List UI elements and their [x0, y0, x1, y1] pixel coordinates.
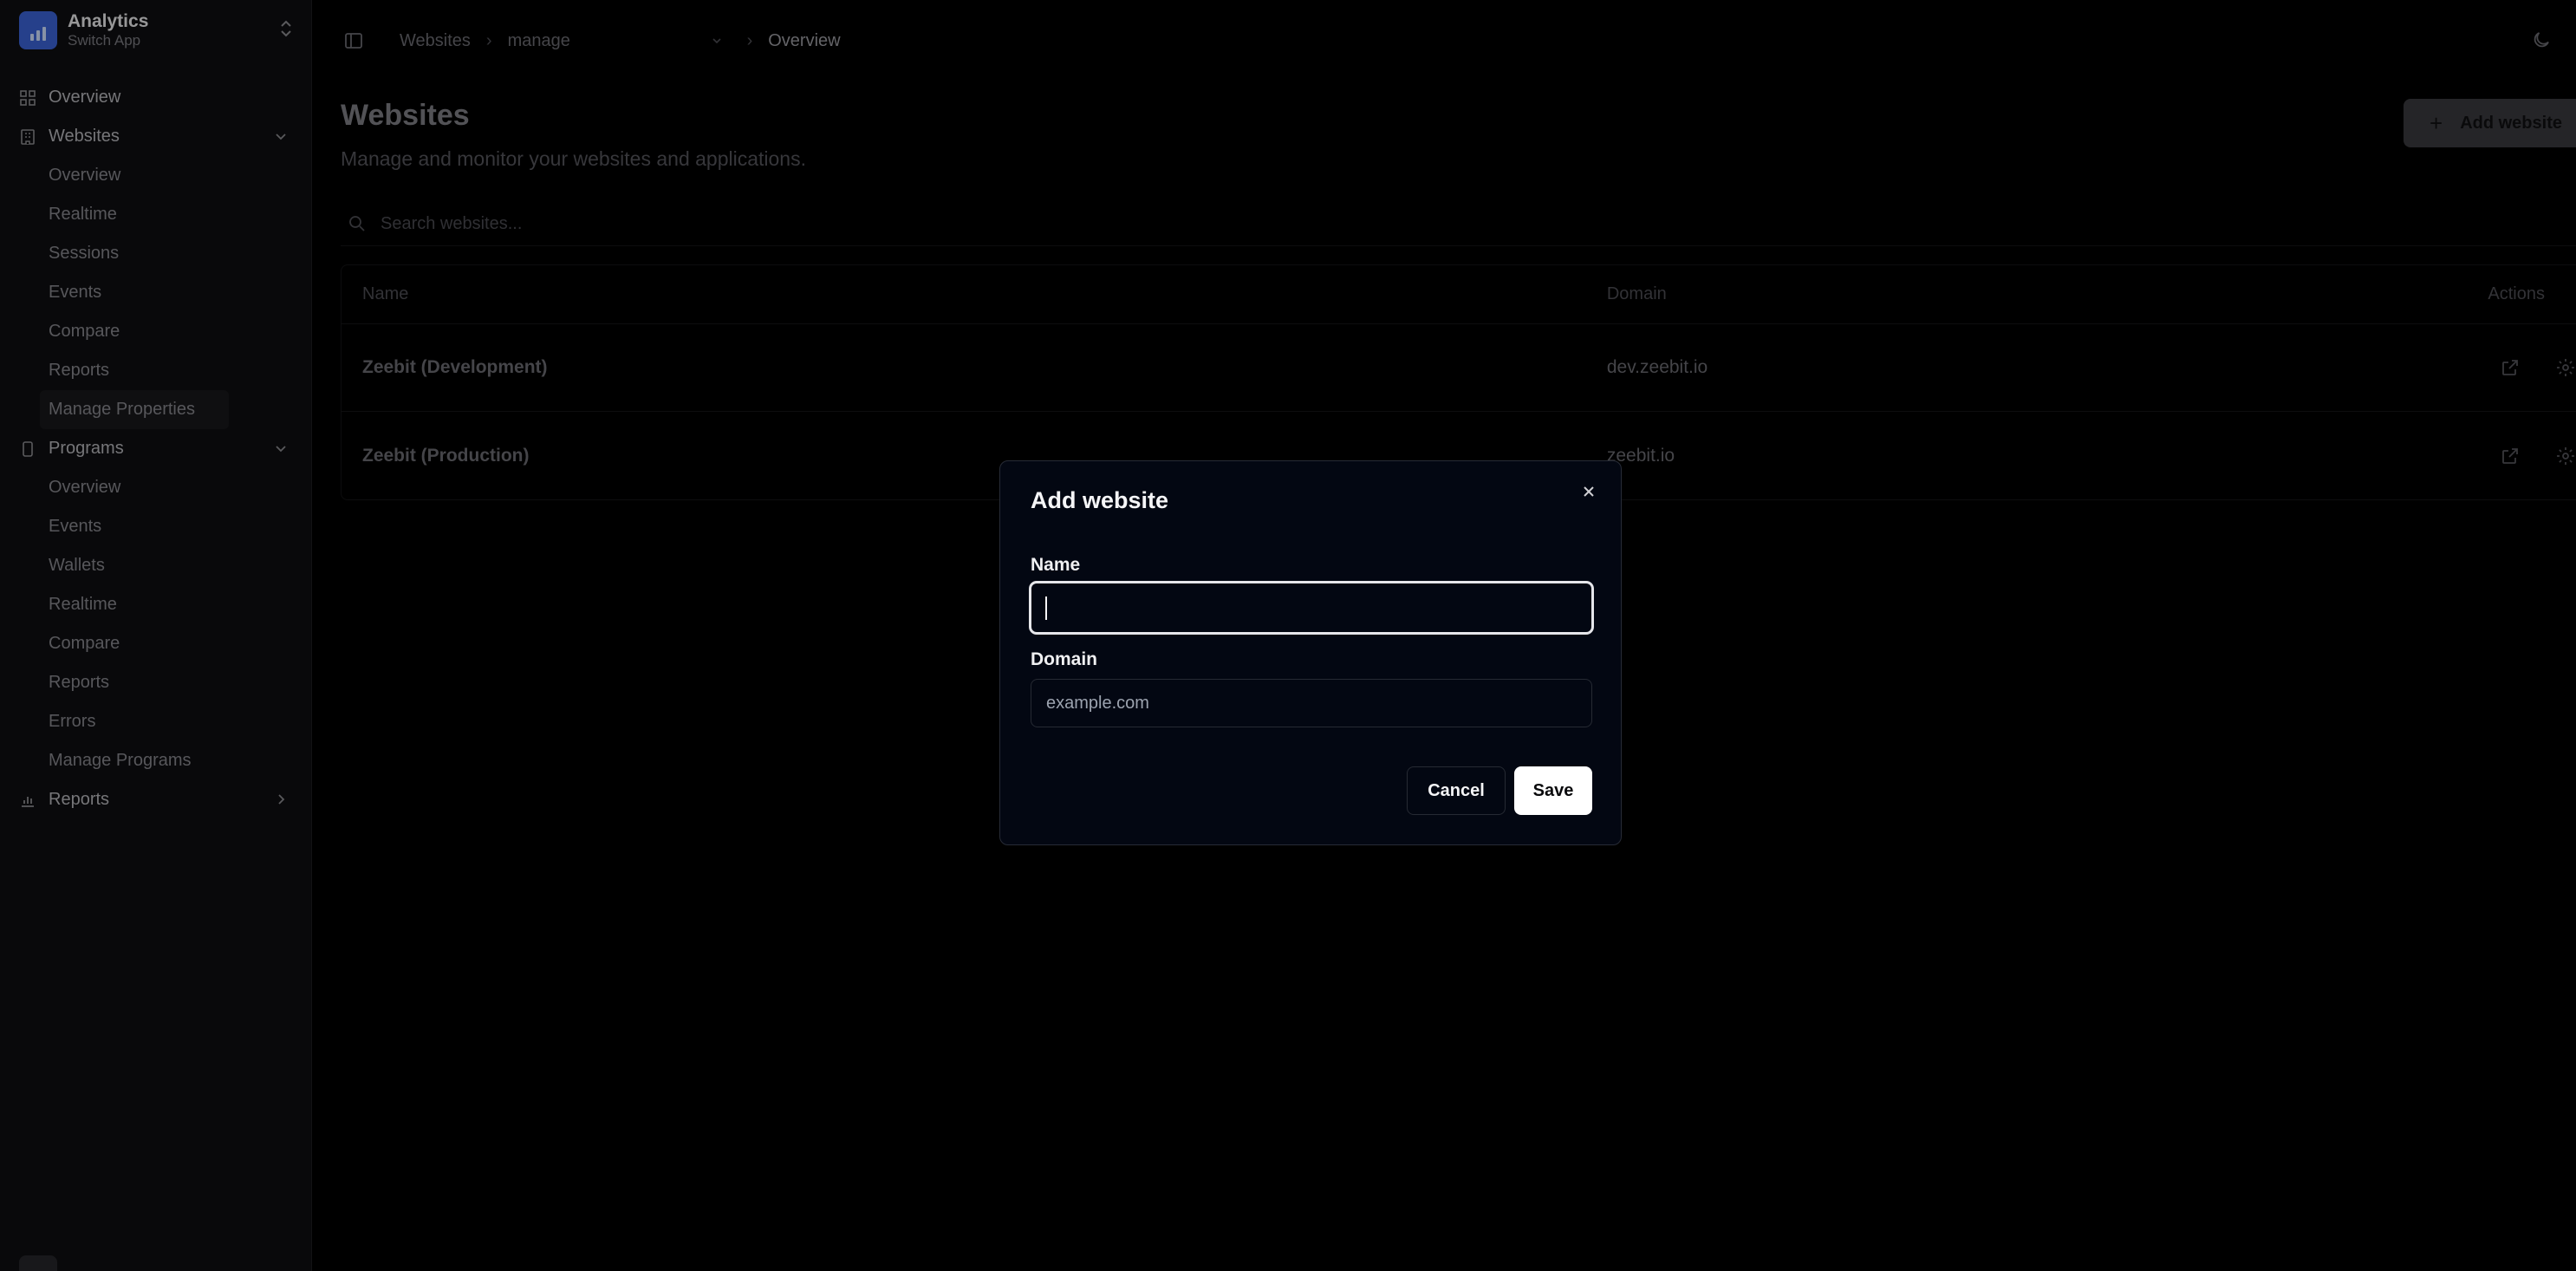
cancel-button[interactable]: Cancel — [1407, 766, 1506, 815]
domain-field[interactable]: example.com — [1031, 679, 1592, 727]
close-icon[interactable] — [1577, 480, 1600, 503]
name-field[interactable] — [1029, 581, 1594, 635]
add-website-dialog: Add website Name Domain example.com Canc… — [999, 460, 1622, 845]
save-button[interactable]: Save — [1514, 766, 1592, 815]
dialog-title: Add website — [1031, 487, 1169, 513]
domain-label: Domain — [1031, 649, 1098, 669]
domain-placeholder: example.com — [1046, 693, 1149, 713]
name-label: Name — [1031, 555, 1081, 575]
text-caret — [1045, 596, 1047, 620]
